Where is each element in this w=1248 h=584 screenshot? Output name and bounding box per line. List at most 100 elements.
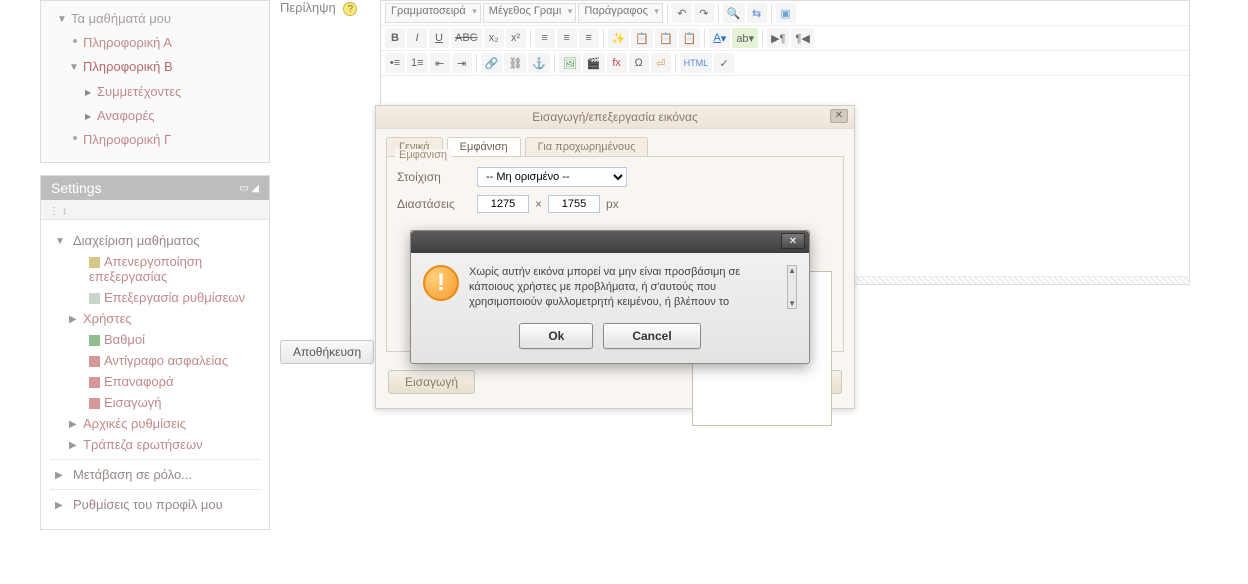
settings-header: Settings ▭ ◢ <box>41 176 269 200</box>
replace-button[interactable]: ⇆ <box>747 3 767 23</box>
strike-button[interactable]: ABC <box>451 28 482 48</box>
bg-color-button[interactable]: ab▾ <box>732 28 758 48</box>
underline-button[interactable]: U <box>429 28 449 48</box>
link-button[interactable]: 🔗 <box>481 53 503 73</box>
redo-button[interactable]: ↷ <box>694 3 714 23</box>
rtl-button[interactable]: ¶◀ <box>791 28 813 48</box>
nav-courses: ▼ Τα μαθήματά μου Πληροφορική Α ▼ Πληροφ… <box>40 0 270 163</box>
nav-reports-label: Αναφορές <box>97 108 155 123</box>
triangle-icon: ▶ <box>55 470 63 481</box>
outdent-button[interactable]: ⇤ <box>430 53 450 73</box>
font-size-select[interactable]: Μέγεθος Γραμι <box>483 3 577 23</box>
nav-course-a-label: Πληροφορική Α <box>83 35 172 50</box>
alert-message: Χωρίς αυτήν εικόνα μπορεί να μην είναι π… <box>469 265 777 309</box>
alert-titlebar[interactable]: ✕ <box>411 231 809 253</box>
set-profile[interactable]: ▶ Ρυθμίσεις του προφίλ μου <box>51 494 259 515</box>
format-select[interactable]: Παράγραφος <box>578 3 663 23</box>
dialog-close-button[interactable]: ✕ <box>830 109 848 123</box>
dimensions-label: Διαστάσεις <box>397 197 477 211</box>
nav-reports[interactable]: ▶ Αναφορές <box>49 104 261 128</box>
paste-word-button[interactable]: 📋 <box>655 28 677 48</box>
nbsp-button[interactable]: ⏎ <box>651 53 671 73</box>
image-button[interactable]: 🖼 <box>559 53 581 73</box>
nav-course-b-label: Πληροφορική Β <box>83 59 173 74</box>
sub-button[interactable]: x₂ <box>484 28 504 48</box>
settings-block: Settings ▭ ◢ ⋮ ↕ ▼ Διαχείριση μαθήματος … <box>40 175 270 530</box>
bullet-icon <box>73 136 77 140</box>
chevron-down-icon: ▼ <box>69 61 79 75</box>
set-import[interactable]: Εισαγωγή <box>67 392 259 413</box>
width-input[interactable] <box>477 195 529 213</box>
nav-my-courses-label: Τα μαθήματά μου <box>71 11 171 26</box>
settings-title: Settings <box>51 180 102 196</box>
help-icon[interactable]: ? <box>343 2 357 16</box>
nav-course-c[interactable]: Πληροφορική Γ <box>49 128 261 152</box>
px-label: px <box>606 197 619 211</box>
align-center-button[interactable]: ≡ <box>557 28 577 48</box>
alert-ok-button[interactable]: Ok <box>519 323 593 349</box>
nav-participants[interactable]: ▶ Συμμετέχοντες <box>49 80 261 104</box>
nav-participants-label: Συμμετέχοντες <box>97 84 181 99</box>
sup-button[interactable]: x² <box>506 28 526 48</box>
align-left-button[interactable]: ≡ <box>535 28 555 48</box>
set-reset[interactable]: ▶Αρχικές ρυθμίσεις <box>67 413 259 434</box>
triangle-icon: ▶ <box>69 440 77 451</box>
ol-button[interactable]: 1≡ <box>407 53 428 73</box>
find-button[interactable]: 🔍 <box>723 3 745 23</box>
set-backup[interactable]: Αντίγραφο ασφαλείας <box>67 350 259 371</box>
anchor-button[interactable]: ⚓ <box>528 53 550 73</box>
set-question-bank[interactable]: ▶Τράπεζα ερωτήσεων <box>67 434 259 455</box>
align-select[interactable]: -- Μη ορισμένο -- <box>477 167 627 187</box>
equation-button[interactable]: fx <box>607 53 627 73</box>
chevron-down-icon: ▼ <box>55 236 65 247</box>
tab-advanced[interactable]: Για προχωρημένους <box>525 137 649 156</box>
restore-icon <box>89 377 100 388</box>
set-users[interactable]: ▶Χρήστες <box>67 308 259 329</box>
font-family-select[interactable]: Γραμματοσειρά <box>385 3 481 23</box>
set-switch-role[interactable]: ▶ Μετάβαση σε ρόλο... <box>51 464 259 485</box>
height-input[interactable] <box>548 195 600 213</box>
set-disable-edit[interactable]: Απενεργοποίηση επεξεργασίας <box>67 251 259 287</box>
settings-toolbar: ⋮ ↕ <box>41 200 269 220</box>
undo-button[interactable]: ↶ <box>672 3 692 23</box>
align-right-button[interactable]: ≡ <box>579 28 599 48</box>
bold-button[interactable]: B <box>385 28 405 48</box>
cleanup-button[interactable]: ✨ <box>608 28 630 48</box>
backup-icon <box>89 356 100 367</box>
fullscreen-button[interactable]: ▣ <box>776 3 796 23</box>
omega-button[interactable]: Ω <box>629 53 649 73</box>
save-button[interactable]: Αποθήκευση <box>280 340 374 364</box>
triangle-icon: ▶ <box>69 419 77 430</box>
set-grades[interactable]: Βαθμοί <box>67 329 259 350</box>
ul-button[interactable]: •≡ <box>385 53 405 73</box>
italic-button[interactable]: I <box>407 28 427 48</box>
unlink-button[interactable]: ⛓ <box>504 53 526 73</box>
import-icon <box>89 398 100 409</box>
text-color-button[interactable]: A▾ <box>709 28 730 48</box>
nav-my-courses[interactable]: ▼ Τα μαθήματά μου <box>49 7 261 31</box>
set-edit-settings[interactable]: Επεξεργασία ρυθμίσεων <box>67 287 259 308</box>
grades-icon <box>89 335 100 346</box>
set-course-admin[interactable]: ▼ Διαχείριση μαθήματος <box>51 230 259 251</box>
paste-text-button[interactable]: 📋 <box>631 28 653 48</box>
html-button[interactable]: HTML <box>680 53 713 73</box>
alert-cancel-button[interactable]: Cancel <box>603 323 700 349</box>
set-restore[interactable]: Επαναφορά <box>67 371 259 392</box>
dialog-title: Εισαγωγή/επεξεργασία εικόνας ✕ <box>376 106 854 129</box>
alert-scrollbar[interactable]: ▲▼ <box>787 265 797 309</box>
align-label: Στοίχιση <box>397 170 477 184</box>
dialog-insert-button[interactable]: Εισαγωγή <box>388 370 475 394</box>
ltr-button[interactable]: ▶¶ <box>767 28 789 48</box>
nav-course-a[interactable]: Πληροφορική Α <box>49 31 261 55</box>
triangle-icon: ▶ <box>69 314 77 325</box>
chevron-down-icon: ▼ <box>57 13 67 27</box>
remove-format-button[interactable]: 📋 <box>679 28 701 48</box>
triangle-icon: ▶ <box>55 500 63 511</box>
settings-collapse-icon[interactable]: ▭ ◢ <box>239 183 259 194</box>
media-button[interactable]: 🎬 <box>583 53 605 73</box>
tab-appearance[interactable]: Εμφάνιση <box>447 137 521 156</box>
spellcheck-button[interactable]: ✓ <box>714 53 734 73</box>
alert-close-button[interactable]: ✕ <box>781 233 805 249</box>
nav-course-b[interactable]: ▼ Πληροφορική Β <box>49 55 261 79</box>
indent-button[interactable]: ⇥ <box>452 53 472 73</box>
